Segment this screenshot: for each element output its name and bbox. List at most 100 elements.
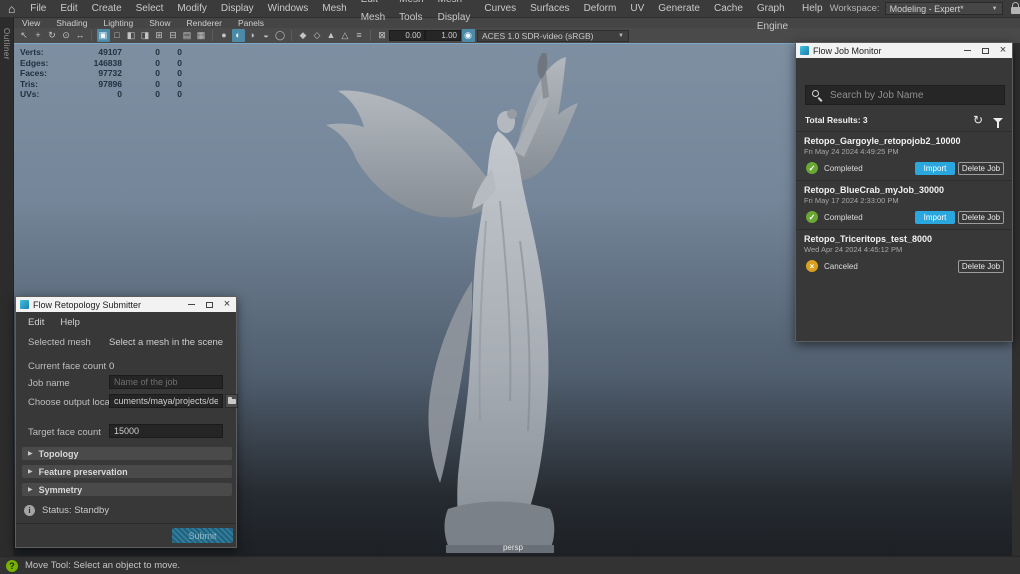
panel-menu-view[interactable]: View: [14, 18, 48, 28]
submitter-menu-edit[interactable]: Edit: [28, 317, 44, 328]
pane-layout-icon[interactable]: ▤: [181, 29, 194, 42]
move-tool-icon[interactable]: +: [32, 29, 45, 42]
menu-file[interactable]: File: [23, 0, 53, 18]
home-icon[interactable]: ⌂: [0, 0, 23, 18]
hud-value: 0: [122, 47, 160, 58]
target-face-count-input[interactable]: [109, 424, 223, 438]
panel-menu-panels[interactable]: Panels: [230, 18, 272, 28]
browse-folder-button[interactable]: [225, 394, 238, 408]
rotate-tool-icon[interactable]: ↻: [46, 29, 59, 42]
import-button[interactable]: Import: [915, 211, 955, 224]
minimize-button[interactable]: [182, 297, 200, 312]
feature-preservation-section-header[interactable]: ▶ Feature preservation: [22, 465, 232, 478]
menu-edit-mesh[interactable]: Edit Mesh: [354, 0, 392, 27]
minimize-button[interactable]: [958, 43, 976, 58]
menu-cache[interactable]: Cache: [707, 0, 750, 18]
panel-menu-renderer[interactable]: Renderer: [179, 18, 230, 28]
filter-icon[interactable]: [993, 118, 1003, 123]
help-icon: ?: [6, 560, 18, 572]
hud-value: 0: [160, 79, 182, 90]
workspace-dropdown[interactable]: Modeling - Expert* ▼: [885, 2, 1003, 15]
film-gate-icon[interactable]: ≡: [353, 29, 366, 42]
pane-layout-icon[interactable]: ⊟: [167, 29, 180, 42]
job-date: Fri May 17 2024 2:33:00 PM: [804, 196, 1004, 205]
job-name-input[interactable]: [109, 375, 223, 389]
gate-mask-icon[interactable]: ⊠: [376, 29, 389, 42]
exposure-field[interactable]: 0.00: [389, 30, 425, 41]
hud-value: 0: [122, 89, 160, 100]
outliner-tab[interactable]: Outliner: [2, 28, 11, 60]
selected-mesh-label: Selected mesh: [28, 337, 91, 348]
hud-label: Faces:: [20, 68, 60, 79]
menu-uv[interactable]: UV: [623, 0, 651, 18]
refresh-icon[interactable]: ↻: [973, 114, 983, 126]
color-management-icon[interactable]: ◉: [462, 29, 475, 42]
close-button[interactable]: ×: [218, 297, 236, 312]
menu-windows[interactable]: Windows: [261, 0, 316, 18]
menu-generate[interactable]: Generate: [651, 0, 707, 18]
pane-layout-icon[interactable]: ◧: [125, 29, 138, 42]
xray-display-icon[interactable]: ◇: [311, 29, 324, 42]
menu-help[interactable]: Help: [795, 0, 830, 18]
menu-select[interactable]: Select: [129, 0, 171, 18]
single-pane-layout-icon[interactable]: ▣: [97, 29, 110, 42]
delete-job-button[interactable]: Delete Job: [958, 162, 1004, 175]
colorspace-dropdown[interactable]: ACES 1.0 SDR-video (sRGB) ▼: [477, 30, 629, 42]
submitter-menu-help[interactable]: Help: [60, 317, 80, 328]
menu-mesh-tools[interactable]: Mesh Tools: [392, 0, 430, 27]
submitter-titlebar[interactable]: Flow Retopology Submitter ×: [16, 297, 236, 312]
import-button[interactable]: Import: [915, 162, 955, 175]
lock-icon[interactable]: [1010, 2, 1020, 15]
job-monitor-titlebar[interactable]: Flow Job Monitor ×: [796, 43, 1012, 58]
textured-display-icon[interactable]: ◐: [232, 29, 245, 42]
menu-mesh-display[interactable]: Mesh Display: [431, 0, 478, 27]
gamma-field[interactable]: 1.00: [425, 30, 461, 41]
symmetry-section-header[interactable]: ▶ Symmetry: [22, 483, 232, 496]
hud-row-edges: Edges: 146838 0 0: [20, 58, 182, 69]
menu-surfaces[interactable]: Surfaces: [523, 0, 576, 18]
shaded-display-icon[interactable]: ●: [218, 29, 231, 42]
lighting-display-icon[interactable]: ◒: [260, 29, 273, 42]
isolate-select-icon[interactable]: ◆: [297, 29, 310, 42]
menu-curves[interactable]: Curves: [477, 0, 523, 18]
delete-job-button[interactable]: Delete Job: [958, 211, 1004, 224]
target-face-count-label: Target face count: [28, 427, 101, 438]
menu-mesh[interactable]: Mesh: [315, 0, 353, 18]
select-tool-icon[interactable]: ↖: [18, 29, 31, 42]
menu-flow-graph-engine[interactable]: Flow Graph Engine: [750, 0, 795, 36]
menu-edit[interactable]: Edit: [53, 0, 84, 18]
submitter-title: Flow Retopology Submitter: [33, 300, 182, 310]
submit-button[interactable]: Submit: [172, 528, 233, 543]
job-monitor-title: Flow Job Monitor: [813, 46, 958, 56]
panel-menu-show[interactable]: Show: [141, 18, 178, 28]
panel-menu-shading[interactable]: Shading: [48, 18, 95, 28]
selected-mesh-value: Select a mesh in the scene: [109, 337, 223, 348]
status-text: Status: Standby: [42, 505, 109, 516]
section-label: Topology: [39, 449, 79, 459]
info-icon: i: [24, 505, 35, 516]
transform-tool-icon[interactable]: ↔: [74, 29, 87, 42]
panel-menubar: View Shading Lighting Show Renderer Pane…: [14, 18, 1020, 28]
shadows-display-icon[interactable]: ◯: [274, 29, 287, 42]
pane-layout-icon[interactable]: □: [111, 29, 124, 42]
close-button[interactable]: ×: [994, 43, 1012, 58]
left-panel-strip: Outliner: [0, 18, 14, 556]
menu-display[interactable]: Display: [214, 0, 261, 18]
job-search-field[interactable]: Search by Job Name: [805, 85, 1005, 105]
wireframe-display-icon[interactable]: ◑: [246, 29, 259, 42]
maximize-button[interactable]: [976, 43, 994, 58]
pane-layout-icon[interactable]: ⊞: [153, 29, 166, 42]
pane-layout-icon[interactable]: ▦: [195, 29, 208, 42]
maximize-button[interactable]: [200, 297, 218, 312]
menu-deform[interactable]: Deform: [577, 0, 624, 18]
output-location-input[interactable]: [109, 394, 223, 408]
panel-menu-lighting[interactable]: Lighting: [95, 18, 141, 28]
camera-icon[interactable]: ▲: [325, 29, 338, 42]
scale-tool-icon[interactable]: ⊙: [60, 29, 73, 42]
menu-create[interactable]: Create: [85, 0, 129, 18]
grid-toggle-icon[interactable]: △: [339, 29, 352, 42]
menu-modify[interactable]: Modify: [170, 0, 213, 18]
pane-layout-icon[interactable]: ◨: [139, 29, 152, 42]
delete-job-button[interactable]: Delete Job: [958, 260, 1004, 273]
topology-section-header[interactable]: ▶ Topology: [22, 447, 232, 460]
